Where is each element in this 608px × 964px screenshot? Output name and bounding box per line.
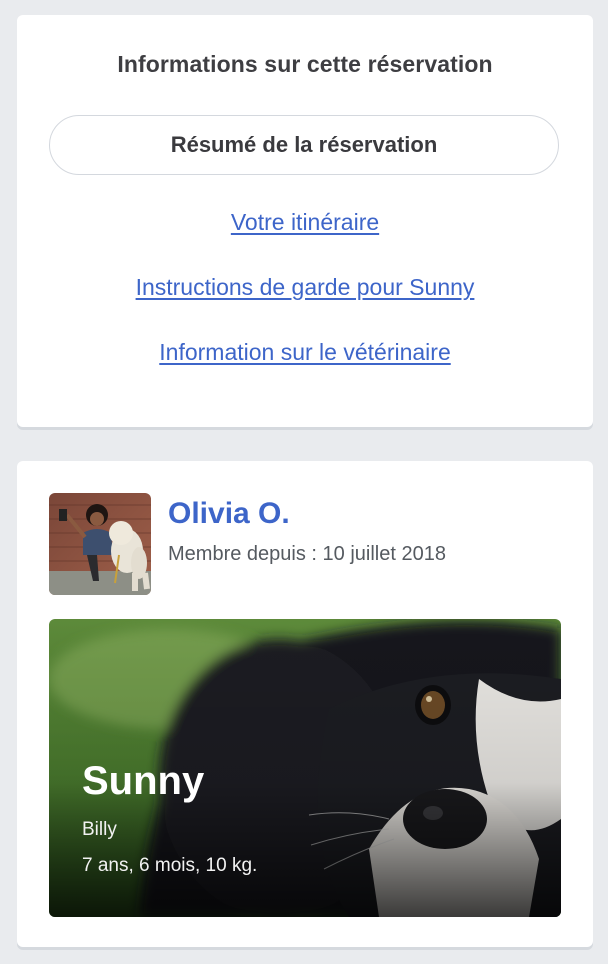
itinerary-link[interactable]: Votre itinéraire	[17, 209, 593, 236]
pet-card[interactable]: Sunny Billy 7 ans, 6 mois, 10 kg.	[49, 619, 561, 917]
owner-avatar[interactable]	[49, 493, 151, 595]
reservation-summary-button[interactable]: Résumé de la réservation	[49, 115, 559, 175]
reservation-info-card: Informations sur cette réservation Résum…	[17, 15, 593, 427]
member-since: Membre depuis : 10 juillet 2018	[168, 543, 446, 565]
pet-name: Sunny	[82, 759, 205, 803]
owner-name[interactable]: Olivia O.	[168, 497, 290, 531]
owner-pet-card: Olivia O. Membre depuis : 10 juillet 201…	[17, 461, 593, 947]
avatar-image	[49, 493, 151, 595]
pet-breed: Billy	[82, 819, 117, 840]
section-title: Informations sur cette réservation	[117, 51, 493, 77]
pet-details: 7 ans, 6 mois, 10 kg.	[82, 855, 258, 876]
care-instructions-link[interactable]: Instructions de garde pour Sunny	[17, 274, 593, 301]
vet-info-link[interactable]: Information sur le vétérinaire	[17, 339, 593, 366]
